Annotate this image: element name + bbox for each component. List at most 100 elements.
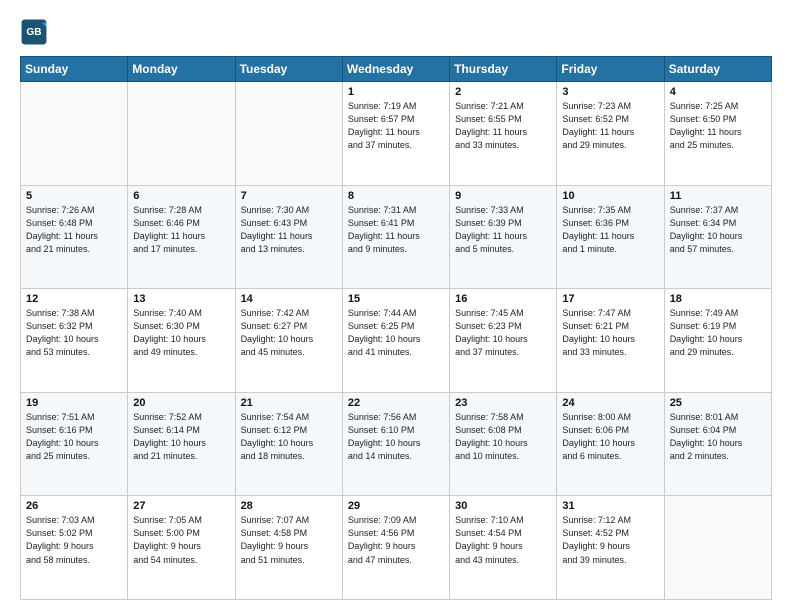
day-info: Sunrise: 7:03 AMSunset: 5:02 PMDaylight:…	[26, 514, 122, 566]
day-info: Sunrise: 7:38 AMSunset: 6:32 PMDaylight:…	[26, 307, 122, 359]
day-number: 23	[455, 397, 551, 409]
calendar-cell: 17Sunrise: 7:47 AMSunset: 6:21 PMDayligh…	[557, 289, 664, 393]
calendar-cell: 9Sunrise: 7:33 AMSunset: 6:39 PMDaylight…	[450, 185, 557, 289]
day-info: Sunrise: 7:12 AMSunset: 4:52 PMDaylight:…	[562, 514, 658, 566]
day-info: Sunrise: 7:09 AMSunset: 4:56 PMDaylight:…	[348, 514, 444, 566]
day-info: Sunrise: 7:47 AMSunset: 6:21 PMDaylight:…	[562, 307, 658, 359]
calendar-cell: 25Sunrise: 8:01 AMSunset: 6:04 PMDayligh…	[664, 392, 771, 496]
day-number: 30	[455, 500, 551, 512]
day-number: 31	[562, 500, 658, 512]
svg-text:GB: GB	[26, 27, 41, 38]
calendar-cell: 1 Sunrise: 7:19 AMSunset: 6:57 PMDaylight…	[342, 82, 449, 186]
day-info: Sunrise: 7:44 AMSunset: 6:25 PMDaylight:…	[348, 307, 444, 359]
week-row-1: 1 Sunrise: 7:19 AMSunset: 6:57 PMDaylight…	[21, 82, 772, 186]
calendar-cell: 20 Sunrise: 7:52 AMSunset: 6:14 PMDayligh…	[128, 392, 235, 496]
weekday-header-wednesday: Wednesday	[342, 57, 449, 82]
day-info: Sunrise: 7:30 AMSunset: 6:43 PMDaylight:…	[241, 204, 337, 256]
day-info: Sunrise: 7:05 AMSunset: 5:00 PMDaylight:…	[133, 514, 229, 566]
day-number: 9	[455, 190, 551, 202]
calendar-cell: 13Sunrise: 7:40 AMSunset: 6:30 PMDayligh…	[128, 289, 235, 393]
day-number: 28	[241, 500, 337, 512]
day-number: 8	[348, 190, 444, 202]
calendar-cell	[21, 82, 128, 186]
day-info: Sunrise: 7:49 AMSunset: 6:19 PMDaylight:…	[670, 307, 766, 359]
calendar-cell: 16Sunrise: 7:45 AMSunset: 6:23 PMDayligh…	[450, 289, 557, 393]
day-number: 14	[241, 293, 337, 305]
day-number: 5	[26, 190, 122, 202]
week-row-3: 12 Sunrise: 7:38 AMSunset: 6:32 PMDayligh…	[21, 289, 772, 393]
day-number: 10	[562, 190, 658, 202]
day-info: Sunrise: 7:52 AMSunset: 6:14 PMDaylight:…	[133, 411, 229, 463]
calendar-cell: 22Sunrise: 7:56 AMSunset: 6:10 PMDayligh…	[342, 392, 449, 496]
day-number: 18	[670, 293, 766, 305]
day-number: 12	[26, 293, 122, 305]
week-row-5: 26 Sunrise: 7:03 AMSunset: 5:02 PMDayligh…	[21, 496, 772, 600]
day-info: Sunrise: 7:21 AMSunset: 6:55 PMDaylight:…	[455, 100, 551, 152]
day-info: Sunrise: 7:51 AMSunset: 6:16 PMDaylight:…	[26, 411, 122, 463]
calendar-cell: 14 Sunrise: 7:42 AMSunset: 6:27 PMDayligh…	[235, 289, 342, 393]
day-number: 19	[26, 397, 122, 409]
weekday-header-monday: Monday	[128, 57, 235, 82]
calendar-cell: 24Sunrise: 8:00 AMSunset: 6:06 PMDayligh…	[557, 392, 664, 496]
day-info: Sunrise: 7:56 AMSunset: 6:10 PMDaylight:…	[348, 411, 444, 463]
day-number: 11	[670, 190, 766, 202]
day-number: 29	[348, 500, 444, 512]
day-number: 3	[562, 86, 658, 98]
day-number: 20	[133, 397, 229, 409]
calendar-cell: 29 Sunrise: 7:09 AMSunset: 4:56 PMDayligh…	[342, 496, 449, 600]
calendar-header-row: SundayMondayTuesdayWednesdayThursdayFrid…	[21, 57, 772, 82]
calendar-cell: 26 Sunrise: 7:03 AMSunset: 5:02 PMDayligh…	[21, 496, 128, 600]
weekday-header-thursday: Thursday	[450, 57, 557, 82]
day-info: Sunrise: 7:26 AMSunset: 6:48 PMDaylight:…	[26, 204, 122, 256]
calendar-cell: 23 Sunrise: 7:58 AMSunset: 6:08 PMDayligh…	[450, 392, 557, 496]
day-info: Sunrise: 7:35 AMSunset: 6:36 PMDaylight:…	[562, 204, 658, 256]
logo-icon: GB	[20, 18, 48, 46]
calendar-body: 1 Sunrise: 7:19 AMSunset: 6:57 PMDaylight…	[21, 82, 772, 600]
day-info: Sunrise: 7:10 AMSunset: 4:54 PMDaylight:…	[455, 514, 551, 566]
day-number: 4	[670, 86, 766, 98]
logo: GB	[20, 18, 52, 46]
day-info: Sunrise: 7:54 AMSunset: 6:12 PMDaylight:…	[241, 411, 337, 463]
header: GB	[20, 18, 772, 46]
day-info: Sunrise: 7:28 AMSunset: 6:46 PMDaylight:…	[133, 204, 229, 256]
day-info: Sunrise: 7:31 AMSunset: 6:41 PMDaylight:…	[348, 204, 444, 256]
page: GB SundayMondayTuesdayWednesdayThursdayF…	[0, 0, 792, 612]
day-info: Sunrise: 7:07 AMSunset: 4:58 PMDaylight:…	[241, 514, 337, 566]
calendar-cell: 21 Sunrise: 7:54 AMSunset: 6:12 PMDayligh…	[235, 392, 342, 496]
calendar-cell: 30 Sunrise: 7:10 AMSunset: 4:54 PMDayligh…	[450, 496, 557, 600]
day-number: 6	[133, 190, 229, 202]
calendar-cell: 7Sunrise: 7:30 AMSunset: 6:43 PMDaylight…	[235, 185, 342, 289]
week-row-2: 5 Sunrise: 7:26 AMSunset: 6:48 PMDaylight…	[21, 185, 772, 289]
day-info: Sunrise: 7:45 AMSunset: 6:23 PMDaylight:…	[455, 307, 551, 359]
day-info: Sunrise: 7:58 AMSunset: 6:08 PMDaylight:…	[455, 411, 551, 463]
day-number: 1	[348, 86, 444, 98]
calendar-table: SundayMondayTuesdayWednesdayThursdayFrid…	[20, 56, 772, 600]
calendar-cell	[128, 82, 235, 186]
calendar-cell: 18 Sunrise: 7:49 AMSunset: 6:19 PMDayligh…	[664, 289, 771, 393]
day-info: Sunrise: 7:25 AMSunset: 6:50 PMDaylight:…	[670, 100, 766, 152]
calendar-cell: 3Sunrise: 7:23 AMSunset: 6:52 PMDaylight…	[557, 82, 664, 186]
day-number: 26	[26, 500, 122, 512]
day-info: Sunrise: 7:19 AMSunset: 6:57 PMDaylight:…	[348, 100, 444, 152]
calendar-cell: 8 Sunrise: 7:31 AMSunset: 6:41 PMDaylight…	[342, 185, 449, 289]
day-info: Sunrise: 7:42 AMSunset: 6:27 PMDaylight:…	[241, 307, 337, 359]
calendar-cell	[664, 496, 771, 600]
calendar-cell	[235, 82, 342, 186]
day-info: Sunrise: 8:01 AMSunset: 6:04 PMDaylight:…	[670, 411, 766, 463]
calendar-cell: 10 Sunrise: 7:35 AMSunset: 6:36 PMDayligh…	[557, 185, 664, 289]
calendar-cell: 4 Sunrise: 7:25 AMSunset: 6:50 PMDaylight…	[664, 82, 771, 186]
calendar-cell: 27 Sunrise: 7:05 AMSunset: 5:00 PMDayligh…	[128, 496, 235, 600]
calendar-cell: 15 Sunrise: 7:44 AMSunset: 6:25 PMDayligh…	[342, 289, 449, 393]
day-number: 15	[348, 293, 444, 305]
weekday-header-friday: Friday	[557, 57, 664, 82]
calendar-cell: 28 Sunrise: 7:07 AMSunset: 4:58 PMDayligh…	[235, 496, 342, 600]
day-info: Sunrise: 7:37 AMSunset: 6:34 PMDaylight:…	[670, 204, 766, 256]
weekday-header-sunday: Sunday	[21, 57, 128, 82]
day-number: 13	[133, 293, 229, 305]
calendar-cell: 6 Sunrise: 7:28 AMSunset: 6:46 PMDaylight…	[128, 185, 235, 289]
calendar-cell: 2Sunrise: 7:21 AMSunset: 6:55 PMDaylight…	[450, 82, 557, 186]
day-number: 21	[241, 397, 337, 409]
day-number: 27	[133, 500, 229, 512]
day-info: Sunrise: 8:00 AMSunset: 6:06 PMDaylight:…	[562, 411, 658, 463]
calendar-cell: 19 Sunrise: 7:51 AMSunset: 6:16 PMDayligh…	[21, 392, 128, 496]
